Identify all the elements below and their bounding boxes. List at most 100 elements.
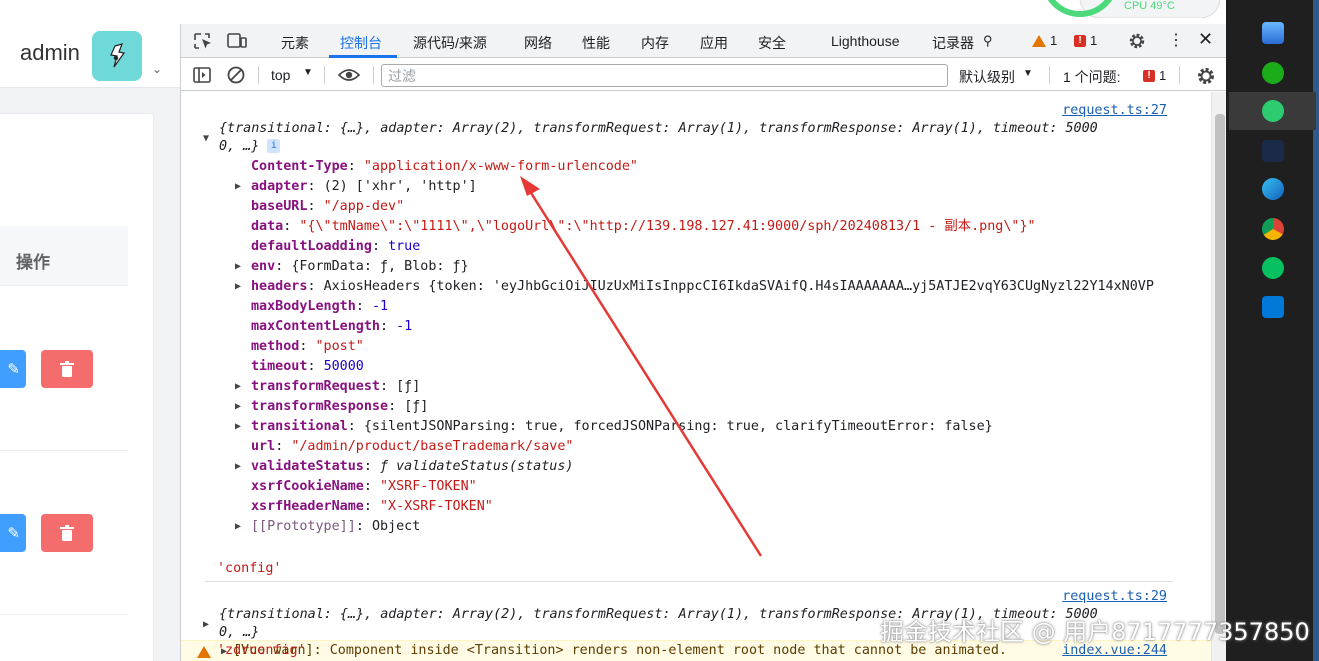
collapsed-triangle-icon[interactable]: ▶ bbox=[235, 277, 247, 297]
browser-e-icon[interactable] bbox=[1262, 100, 1284, 122]
tab-application[interactable]: 应用 bbox=[700, 33, 728, 53]
property-key: url bbox=[251, 439, 276, 454]
close-icon[interactable]: ✕ bbox=[1198, 29, 1213, 50]
property-row[interactable]: ▶ adapter: (2) ['xhr', 'http'] bbox=[235, 177, 477, 197]
toolbar-separator bbox=[324, 66, 325, 84]
app-icon-dark[interactable] bbox=[1262, 140, 1284, 162]
collapsed-triangle-icon[interactable]: ▶ bbox=[235, 457, 247, 477]
more-options-icon[interactable]: ⋮ bbox=[1168, 30, 1184, 50]
property-colon: : bbox=[307, 179, 324, 194]
scrollbar-thumb[interactable] bbox=[1215, 114, 1225, 634]
info-icon[interactable]: i bbox=[267, 139, 281, 153]
chevron-down-icon[interactable]: ⌄ bbox=[152, 62, 162, 76]
collapsed-triangle-icon[interactable]: ▶ bbox=[203, 615, 215, 635]
property-row[interactable]: ▶ [[Prototype]]: Object bbox=[235, 517, 421, 537]
sidebar-toggle-icon[interactable] bbox=[193, 67, 211, 83]
source-link[interactable]: request.ts:27 bbox=[1062, 101, 1167, 121]
property-colon: : bbox=[283, 219, 300, 234]
console-scrollbar[interactable] bbox=[1211, 92, 1227, 661]
collapsed-triangle-icon[interactable]: ▶ bbox=[235, 177, 247, 197]
warnings-badge[interactable]: 1 bbox=[1032, 33, 1057, 48]
tab-security[interactable]: 安全 bbox=[758, 33, 786, 53]
property-row[interactable]: ▶ transformRequest: [ƒ] bbox=[235, 377, 421, 397]
delete-button[interactable] bbox=[41, 350, 93, 388]
avatar[interactable] bbox=[92, 31, 142, 81]
property-value: "post" bbox=[315, 339, 364, 354]
property-key: method bbox=[251, 339, 300, 354]
property-value: [ƒ] bbox=[396, 379, 421, 394]
gear-icon[interactable] bbox=[1127, 32, 1147, 50]
property-row: xsrfHeaderName: "X-XSRF-TOKEN" bbox=[251, 497, 493, 517]
property-value: ƒ validateStatus(status) bbox=[380, 459, 574, 474]
log-levels-dropdown[interactable]: 默认级别 bbox=[959, 67, 1015, 87]
caret-down-icon[interactable]: ▼ bbox=[1023, 68, 1033, 79]
collapsed-triangle-icon[interactable]: ▶ bbox=[235, 517, 247, 537]
eye-icon[interactable] bbox=[338, 68, 360, 82]
property-key: transformRequest bbox=[251, 379, 380, 394]
devtools-tabbar: 元素 控制台 源代码/来源 网络 性能 内存 应用 安全 Lighthouse … bbox=[181, 24, 1227, 58]
tab-performance[interactable]: 性能 bbox=[582, 33, 610, 53]
property-value: -1 bbox=[396, 319, 413, 334]
property-row[interactable]: ▶ transitional: {silentJSONParsing: true,… bbox=[235, 417, 993, 437]
inspect-element-icon[interactable] bbox=[193, 32, 213, 50]
tab-recorder[interactable]: 记录器 bbox=[932, 33, 974, 53]
user-name[interactable]: admin bbox=[20, 40, 80, 66]
object-summary-line2: 0, …} bbox=[219, 625, 260, 640]
property-value: {FormData: ƒ, Blob: ƒ} bbox=[291, 259, 469, 274]
context-selector[interactable]: top bbox=[271, 67, 290, 83]
property-row[interactable]: ▶ headers: AxiosHeaders {token: 'eyJhbGci… bbox=[235, 277, 1154, 297]
wechat-icon[interactable] bbox=[1262, 257, 1284, 279]
property-colon: : bbox=[363, 499, 380, 514]
property-colon: : bbox=[380, 379, 397, 394]
tab-lighthouse[interactable]: Lighthouse bbox=[831, 33, 900, 49]
collapsed-triangle-icon[interactable]: ▶ bbox=[235, 397, 247, 417]
tab-network[interactable]: 网络 bbox=[524, 33, 552, 53]
log-label: 'zdrconfig' bbox=[217, 643, 306, 658]
errors-badge[interactable]: ! 1 bbox=[1074, 33, 1097, 48]
delete-button[interactable] bbox=[41, 514, 93, 552]
vscode-icon[interactable] bbox=[1262, 296, 1284, 318]
cpu-label: CPU 49°C bbox=[1124, 0, 1175, 12]
expanded-triangle-icon[interactable]: ▼ bbox=[203, 129, 215, 149]
filter-input[interactable] bbox=[381, 64, 948, 87]
clear-console-icon[interactable] bbox=[227, 66, 245, 84]
property-key: validateStatus bbox=[251, 459, 364, 474]
tab-memory[interactable]: 内存 bbox=[641, 33, 669, 53]
property-row: maxBodyLength: -1 bbox=[251, 297, 388, 317]
property-key: timeout bbox=[251, 359, 308, 374]
tab-console[interactable]: 控制台 bbox=[340, 33, 382, 53]
app-icon-green[interactable] bbox=[1262, 62, 1284, 84]
tab-sources[interactable]: 源代码/来源 bbox=[413, 33, 487, 53]
property-row[interactable]: ▶ transformResponse: [ƒ] bbox=[235, 397, 428, 417]
edit-button[interactable]: ✎ bbox=[0, 514, 26, 552]
property-colon: : bbox=[355, 299, 372, 314]
property-row: url: "/admin/product/baseTrademark/save" bbox=[251, 437, 573, 457]
property-key: Content-Type bbox=[251, 159, 348, 174]
avatar-figure-icon bbox=[110, 43, 126, 68]
property-value: "/app-dev" bbox=[323, 199, 405, 214]
property-key: maxBodyLength bbox=[251, 299, 356, 314]
device-toolbar-icon[interactable] bbox=[227, 32, 247, 50]
table-row-divider bbox=[0, 450, 128, 451]
console-log-summary[interactable]: ▼ {transitional: {…}, adapter: Array(2), … bbox=[203, 119, 1098, 144]
console-settings-gear-icon[interactable] bbox=[1196, 66, 1216, 86]
property-value: Object bbox=[371, 519, 421, 534]
console-log-summary-cont: 0, …} i bbox=[219, 137, 281, 157]
collapsed-triangle-icon[interactable]: ▶ bbox=[235, 417, 247, 437]
collapsed-triangle-icon[interactable]: ▶ bbox=[235, 377, 247, 397]
chrome-icon[interactable] bbox=[1262, 218, 1284, 240]
collapsed-triangle-icon[interactable]: ▶ bbox=[235, 257, 247, 277]
edge-icon[interactable] bbox=[1262, 178, 1284, 200]
property-row[interactable]: ▶ validateStatus: ƒ validateStatus(status… bbox=[235, 457, 574, 477]
property-row: method: "post" bbox=[251, 337, 364, 357]
property-colon: : bbox=[363, 459, 380, 474]
property-key: xsrfHeaderName bbox=[251, 499, 364, 514]
source-link[interactable]: request.ts:29 bbox=[1062, 587, 1167, 607]
edit-button[interactable]: ✎ bbox=[0, 350, 26, 388]
issues-badge[interactable]: ! 1 bbox=[1143, 68, 1166, 83]
tab-elements[interactable]: 元素 bbox=[281, 33, 309, 53]
property-row[interactable]: ▶ env: {FormData: ƒ, Blob: ƒ} bbox=[235, 257, 469, 277]
caret-down-icon[interactable]: ▼ bbox=[303, 67, 313, 78]
issues-label[interactable]: 1 个问题: bbox=[1063, 67, 1121, 87]
computer-icon[interactable] bbox=[1262, 22, 1284, 44]
